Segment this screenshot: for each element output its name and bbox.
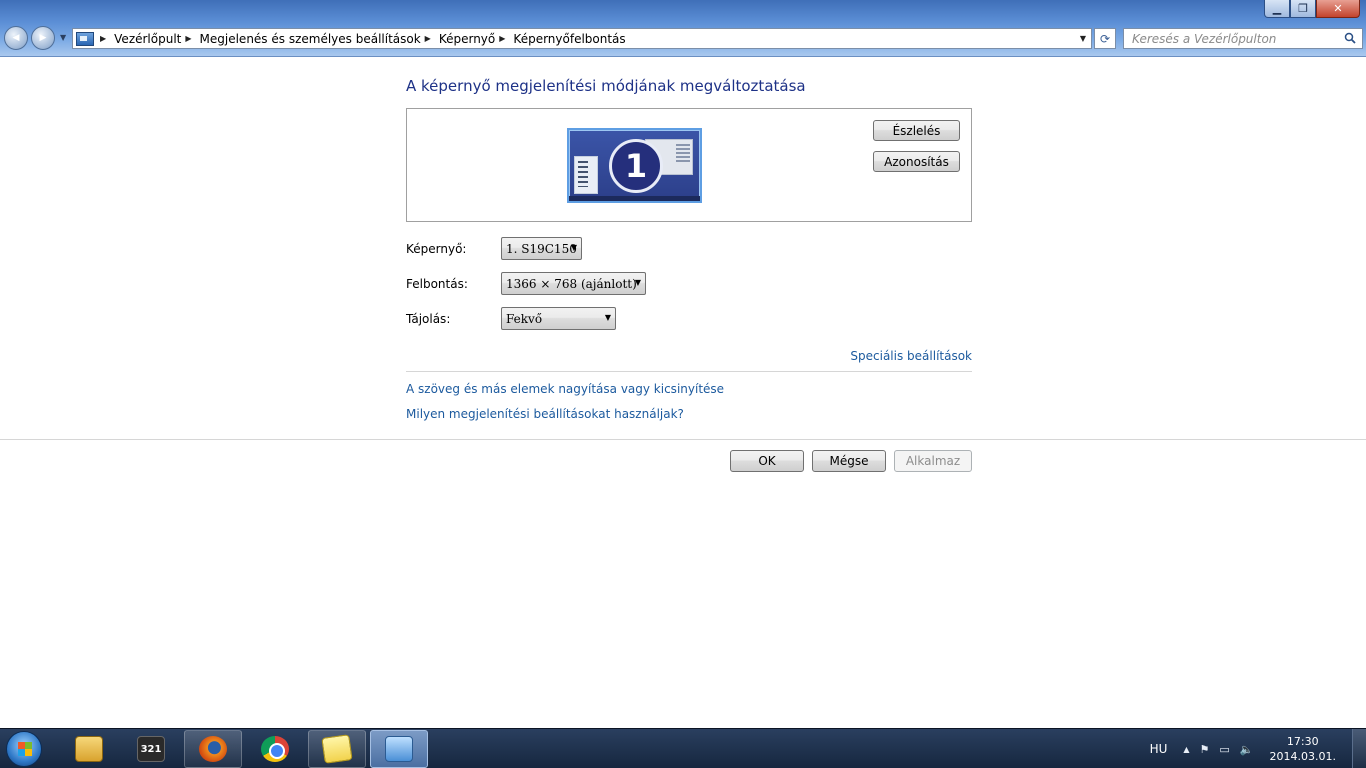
forward-button[interactable]: ▶ — [31, 26, 55, 50]
back-button[interactable]: ◀ — [4, 26, 28, 50]
breadcrumb-item-control-panel[interactable]: Vezérlőpult ▶ — [114, 32, 199, 46]
taskbar-item-firefox[interactable] — [184, 730, 242, 768]
chrome-icon — [261, 736, 289, 762]
media-player-icon: 321 — [137, 736, 165, 762]
divider — [406, 371, 972, 372]
display-settings-icon — [385, 736, 413, 762]
breadcrumb-separator-icon[interactable]: ▶ — [499, 34, 505, 43]
orientation-select[interactable]: Fekvő ▼ — [501, 307, 616, 330]
taskbar-item-sticky-notes[interactable] — [308, 730, 366, 768]
breadcrumb-root-arrow-icon[interactable]: ▶ — [100, 34, 106, 43]
breadcrumb-item-screen-resolution[interactable]: Képernyőfelbontás — [513, 32, 625, 46]
taskbar-item-chrome[interactable] — [246, 730, 304, 768]
breadcrumb-separator-icon[interactable]: ▶ — [185, 34, 191, 43]
volume-icon[interactable]: 🔈 — [1240, 743, 1254, 756]
resolution-label: Felbontás: — [406, 277, 468, 291]
chevron-down-icon: ▼ — [570, 243, 577, 252]
refresh-icon: ⟳ — [1099, 31, 1111, 46]
firefox-icon — [199, 736, 227, 762]
taskbar-item-windows-explorer[interactable] — [60, 730, 118, 768]
divider — [0, 439, 1366, 440]
chevron-down-icon: ▼ — [604, 313, 611, 322]
folder-icon — [75, 736, 103, 762]
breadcrumb-label: Képernyőfelbontás — [513, 31, 626, 46]
detect-button[interactable]: Észlelés — [873, 120, 960, 141]
monitor-preview-window — [574, 156, 598, 194]
start-button[interactable] — [6, 731, 42, 767]
address-history-dropdown-icon[interactable]: ▼ — [1080, 34, 1086, 43]
window-titlebar: ▁ ❐ ✕ ◀ ▶ ▼ ▶ Vezérlőpult ▶ Megjelenés é… — [0, 0, 1366, 57]
resolution-select[interactable]: 1366 × 768 (ajánlott) ▼ — [501, 272, 646, 295]
action-center-flag-icon[interactable]: ⚑ — [1200, 743, 1210, 756]
control-panel-icon — [76, 31, 94, 46]
forward-arrow-icon: ▶ — [39, 33, 47, 43]
cancel-button[interactable]: Mégse — [812, 450, 886, 472]
page-title: A képernyő megjelenítési módjának megvál… — [406, 77, 806, 95]
breadcrumb-separator-icon[interactable]: ▶ — [425, 34, 431, 43]
identify-button[interactable]: Azonosítás — [873, 151, 960, 172]
close-button[interactable]: ✕ — [1316, 0, 1360, 18]
ok-button[interactable]: OK — [730, 450, 804, 472]
search-input[interactable]: Keresés a Vezérlőpulton — [1123, 28, 1363, 49]
monitor-1-preview[interactable]: 1 — [567, 128, 702, 203]
maximize-button[interactable]: ❐ — [1290, 0, 1316, 18]
which-settings-help-link[interactable]: Milyen megjelenítési beállításokat haszn… — [406, 407, 684, 421]
language-indicator[interactable]: HU — [1150, 742, 1168, 756]
monitor-preview-taskbar — [569, 196, 700, 201]
search-icon[interactable] — [1344, 32, 1356, 44]
taskbar: 321 HU ▲ ⚑ ▭ 🔈 17:30 2014.03.01. — [0, 728, 1366, 768]
display-select-value: 1. S19C150 — [506, 241, 577, 256]
window-controls: ▁ ❐ ✕ — [1264, 0, 1360, 18]
display-select[interactable]: 1. S19C150 ▼ — [501, 237, 582, 260]
breadcrumb-label: Vezérlőpult — [114, 31, 182, 46]
breadcrumb-label: Képernyő — [438, 31, 496, 46]
address-bar[interactable]: ▶ Vezérlőpult ▶ Megjelenés és személyes … — [72, 28, 1092, 49]
chevron-down-icon: ▼ — [634, 278, 641, 287]
recent-pages-dropdown-icon[interactable]: ▼ — [60, 33, 66, 42]
show-desktop-button[interactable] — [1352, 729, 1366, 768]
text-size-link[interactable]: A szöveg és más elemek nagyítása vagy ki… — [406, 382, 724, 396]
breadcrumb-item-display[interactable]: Képernyő ▶ — [439, 32, 514, 46]
resolution-select-value: 1366 × 768 (ajánlott) — [506, 276, 637, 291]
breadcrumb-label: Megjelenés és személyes beállítások — [199, 31, 421, 46]
search-placeholder: Keresés a Vezérlőpulton — [1132, 31, 1277, 46]
apply-button[interactable]: Alkalmaz — [894, 450, 972, 472]
system-tray: HU ▲ ⚑ ▭ 🔈 17:30 2014.03.01. — [1150, 729, 1366, 768]
network-icon[interactable]: ▭ — [1219, 743, 1229, 756]
minimize-button[interactable]: ▁ — [1264, 0, 1290, 18]
clock-date: 2014.03.01. — [1269, 750, 1336, 763]
show-hidden-icons-icon[interactable]: ▲ — [1183, 745, 1189, 754]
display-label: Képernyő: — [406, 242, 467, 256]
clock-time: 17:30 — [1286, 735, 1319, 748]
advanced-settings-link[interactable]: Speciális beállítások — [850, 349, 972, 363]
orientation-select-value: Fekvő — [506, 311, 543, 326]
clock[interactable]: 17:30 2014.03.01. — [1270, 734, 1336, 764]
taskbar-item-media-player[interactable]: 321 — [122, 730, 180, 768]
back-arrow-icon: ◀ — [12, 33, 20, 43]
taskbar-item-display-settings[interactable] — [370, 730, 428, 768]
refresh-button[interactable]: ⟳ — [1094, 28, 1116, 49]
orientation-label: Tájolás: — [406, 312, 451, 326]
monitor-number-badge: 1 — [609, 139, 663, 193]
sticky-notes-icon — [321, 734, 353, 764]
breadcrumb-item-appearance[interactable]: Megjelenés és személyes beállítások ▶ — [200, 32, 439, 46]
monitor-arrangement-panel: 1 Észlelés Azonosítás — [406, 108, 972, 222]
main-content: A képernyő megjelenítési módjának megvál… — [0, 58, 1366, 728]
